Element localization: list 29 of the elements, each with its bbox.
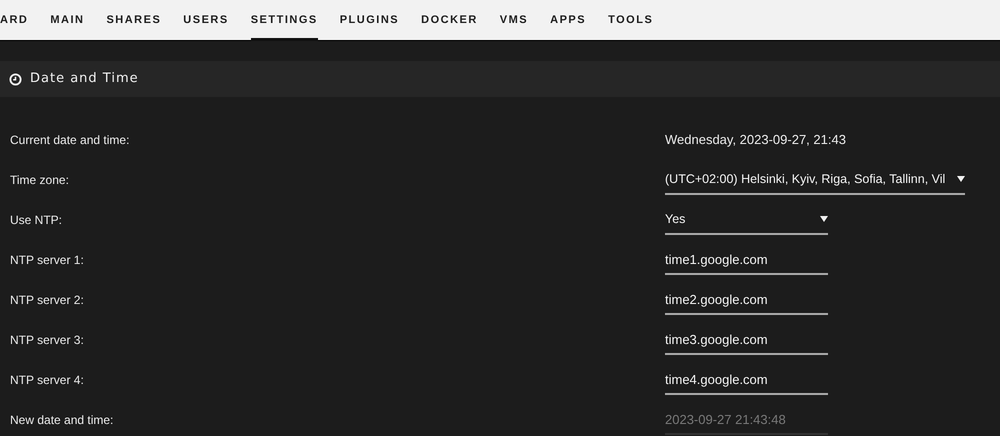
nav-tab[interactable]: ARD [0,0,28,40]
nav-tab[interactable]: TOOLS [608,0,654,40]
clock-icon [9,72,22,86]
field-label: NTP server 3: [9,332,85,349]
nav-tab[interactable]: VMS [500,0,528,40]
nav-tab[interactable]: MAIN [50,0,84,40]
nav-tab[interactable]: USERS [183,0,229,40]
input-field[interactable]: time3.google.com [665,325,828,355]
nav-tab[interactable]: SHARES [106,0,162,40]
nav-tab[interactable]: APPS [550,0,586,40]
dropdown[interactable]: Yes [665,205,828,235]
field-label: New date and time: [9,412,114,429]
field-label: Current date and time: [9,132,130,149]
field-label: Use NTP: [9,212,64,229]
dropdown[interactable]: (UTC+02:00) Helsinki, Kyiv, Riga, Sofia, Tallinn, Vil [665,165,965,195]
panel-title: Date and Time [30,70,139,88]
field-label: NTP server 1: [9,252,85,269]
field-label: NTP server 2: [9,292,85,309]
input-field[interactable]: time1.google.com [665,245,828,275]
nav-tab[interactable]: SETTINGS [250,0,318,40]
input-field[interactable]: time4.google.com [665,365,828,395]
input-field[interactable]: time2.google.com [665,285,828,315]
field-value: Wednesday, 2023-09-27, 21:43 [665,131,846,149]
nav-tab[interactable]: DOCKER [421,0,478,40]
nav-tab[interactable]: PLUGINS [340,0,400,40]
field-label: NTP server 4: [9,372,85,389]
field-label: Time zone: [9,172,70,189]
caret-icon [820,216,828,222]
caret-icon [957,176,965,182]
